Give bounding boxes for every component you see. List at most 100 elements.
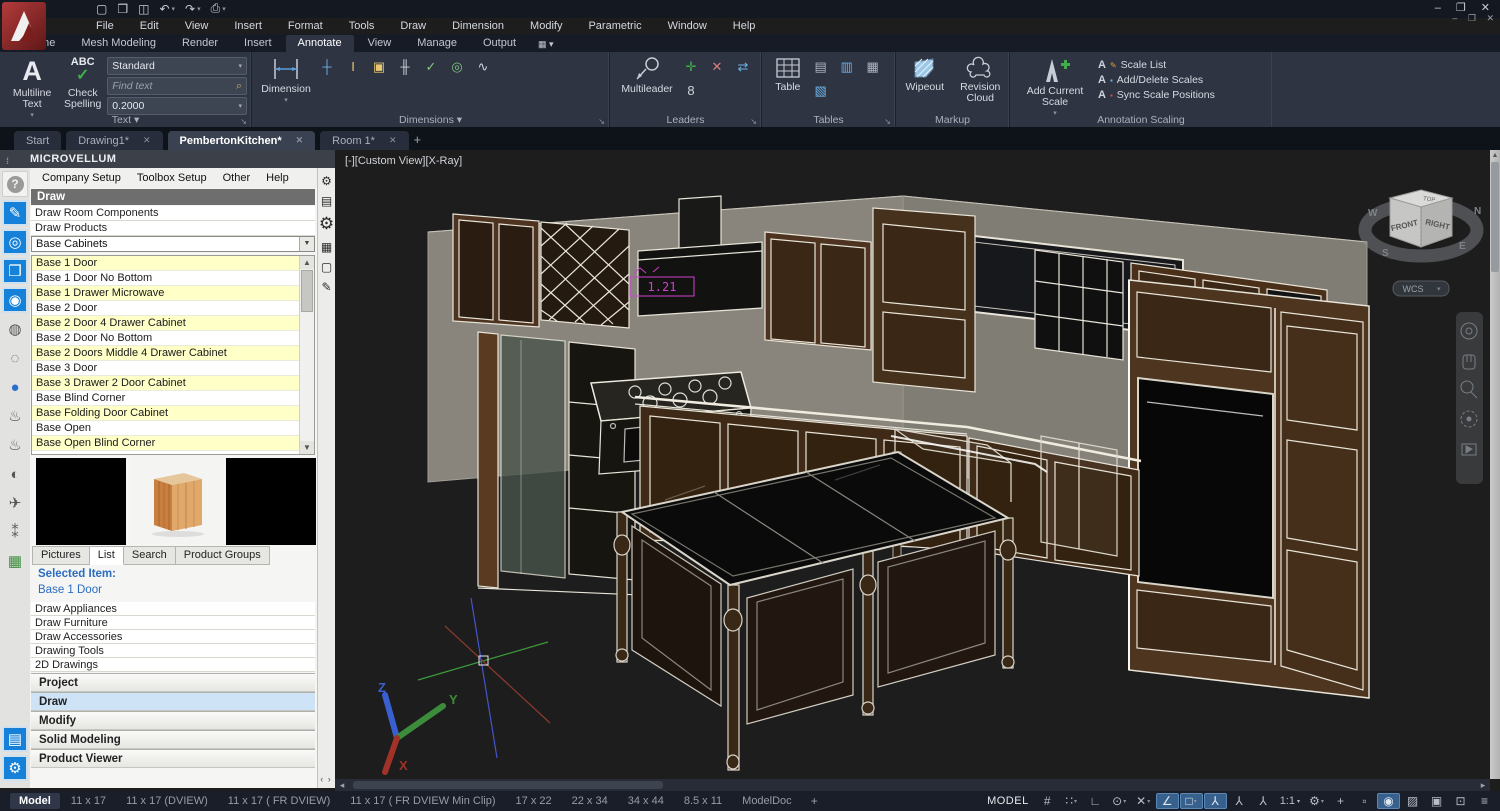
wipeout-button[interactable]: Wipeout bbox=[902, 56, 948, 104]
table-tool-icon[interactable]: ▥ bbox=[838, 59, 856, 75]
preview-tab[interactable]: List bbox=[90, 546, 124, 565]
palette-section-header[interactable]: Solid Modeling bbox=[31, 730, 315, 749]
menu-item[interactable]: Draw bbox=[400, 20, 426, 32]
palette-menu-item[interactable]: Other bbox=[223, 172, 251, 184]
palette-action-row[interactable]: Drawing Tools bbox=[31, 644, 315, 658]
product-list-item[interactable]: Base Folding Door Cabinet bbox=[32, 406, 300, 421]
new-drawing-tab-button[interactable]: + bbox=[414, 132, 422, 147]
status-toggle-icon[interactable]: ⅄▾ bbox=[1252, 793, 1275, 809]
text-style-select[interactable]: Standard▾ bbox=[107, 57, 247, 75]
drawing-tab[interactable]: Start ✕ bbox=[14, 131, 61, 150]
text-height-select[interactable]: 0.2000▾ bbox=[107, 97, 247, 115]
status-toggle-icon[interactable]: ▫▾ bbox=[1353, 793, 1376, 809]
preview-image-blank[interactable] bbox=[226, 458, 316, 545]
close-icon[interactable]: ✕ bbox=[143, 135, 151, 146]
multileader-button[interactable]: Multileader bbox=[616, 56, 678, 99]
product-list-item[interactable]: Base Blind Corner bbox=[32, 391, 300, 406]
menu-item[interactable]: File bbox=[96, 20, 114, 32]
ribbon-tab[interactable]: Render bbox=[170, 35, 230, 52]
palette-tool-icon[interactable]: ◉ bbox=[2, 287, 28, 313]
menu-item[interactable]: Dimension bbox=[452, 20, 504, 32]
navigation-bar[interactable] bbox=[1456, 312, 1483, 484]
status-toggle-icon[interactable]: #▾ bbox=[1036, 793, 1059, 809]
ribbon-tab[interactable]: Output bbox=[471, 35, 528, 52]
palette-section-header[interactable]: Draw bbox=[31, 692, 315, 711]
autocad-logo[interactable] bbox=[2, 2, 46, 50]
preview-tab[interactable]: Product Groups bbox=[176, 546, 270, 565]
palette-tool-icon[interactable]: ♨ bbox=[2, 403, 28, 429]
dim-tool-icon[interactable]: ╫ bbox=[396, 59, 414, 75]
leader-tool-icon[interactable]: 8 bbox=[682, 83, 700, 99]
palette-side-icon[interactable]: ▤ bbox=[318, 194, 335, 208]
menu-item[interactable]: Window bbox=[668, 20, 707, 32]
palette-tool-icon[interactable]: ✎ bbox=[2, 200, 28, 226]
dim-tool-icon[interactable]: ∿ bbox=[474, 59, 492, 75]
layout-tab[interactable]: 8.5 x 11 bbox=[675, 793, 731, 809]
scrollbar-thumb[interactable] bbox=[301, 270, 313, 312]
drawing-tab[interactable]: PembertonKitchen* ✕ bbox=[168, 131, 316, 150]
leaders-panel-launcher[interactable]: ↘ bbox=[750, 117, 757, 126]
status-toggle-icon[interactable]: ≡▾ bbox=[1473, 793, 1496, 809]
status-toggle-icon[interactable]: ▨▾ bbox=[1401, 793, 1424, 809]
palette-tool-icon[interactable]: ♨ bbox=[2, 432, 28, 458]
palette-tool-icon[interactable]: ? bbox=[2, 171, 28, 197]
scroll-right-icon[interactable]: ▸ bbox=[1476, 780, 1490, 791]
ribbon-tab[interactable]: View bbox=[356, 35, 404, 52]
menu-item[interactable]: Insert bbox=[234, 20, 262, 32]
product-list-item[interactable]: Base 2 Doors Middle 4 Drawer Cabinet bbox=[32, 346, 300, 361]
ribbon-tab[interactable]: Mesh Modeling bbox=[69, 35, 168, 52]
leader-tool-icon[interactable]: ⇄ bbox=[734, 59, 752, 75]
menu-item[interactable]: Modify bbox=[530, 20, 562, 32]
quick-access-button[interactable]: ↶▾ bbox=[159, 2, 175, 16]
product-list-item[interactable]: Base 1 Door bbox=[32, 256, 300, 271]
palette-menu-item[interactable]: Toolbox Setup bbox=[137, 172, 207, 184]
scrollbar-thumb[interactable] bbox=[1491, 162, 1499, 272]
palette-side-icon[interactable]: ✎ bbox=[318, 280, 335, 294]
scroll-down-icon[interactable]: ▼ bbox=[300, 441, 314, 454]
dimension-button[interactable]: Dimension ▾ bbox=[258, 56, 314, 104]
layout-tab[interactable]: 11 x 17 ( FR DVIEW Min Clip) bbox=[341, 793, 504, 809]
palette-tool-icon[interactable]: ⚙ bbox=[2, 755, 28, 781]
status-toggle-icon[interactable]: ▣▾ bbox=[1425, 793, 1448, 809]
palette-action-row[interactable]: Draw Accessories bbox=[31, 630, 315, 644]
palette-tool-icon[interactable]: ⁑ bbox=[2, 519, 28, 545]
preview-tab[interactable]: Search bbox=[124, 546, 176, 565]
viewport-vertical-scrollbar[interactable]: ▲ bbox=[1490, 150, 1500, 779]
status-toggle-icon[interactable]: ∟▾ bbox=[1084, 793, 1107, 809]
palette-tool-icon[interactable]: ✈ bbox=[2, 490, 28, 516]
table-tool-icon[interactable]: ▤ bbox=[812, 59, 830, 75]
menu-item[interactable]: Help bbox=[733, 20, 756, 32]
annotation-scale-value[interactable]: 1:1▾ bbox=[1276, 795, 1304, 807]
ribbon-tab[interactable]: Annotate bbox=[286, 35, 354, 52]
palette-side-icon[interactable]: ⚙ bbox=[318, 214, 335, 234]
palette-tool-icon[interactable]: ▦ bbox=[2, 548, 28, 574]
add-current-scale-button[interactable]: Add Current Scale ▾ bbox=[1016, 56, 1094, 117]
check-spelling-button[interactable]: ABC✓ Check Spelling bbox=[62, 56, 103, 119]
palette-tool-icon[interactable]: ▤ bbox=[2, 726, 28, 752]
layout-tab[interactable]: 34 x 44 bbox=[619, 793, 673, 809]
palette-tool-icon[interactable]: ◍ bbox=[2, 316, 28, 342]
ribbon-tab[interactable]: Manage bbox=[405, 35, 469, 52]
dim-tool-icon[interactable]: I bbox=[344, 59, 362, 75]
palette-tool-icon[interactable]: ◐ bbox=[2, 461, 28, 487]
revision-cloud-button[interactable]: Revision Cloud bbox=[956, 56, 1005, 104]
palette-tool-icon[interactable]: ◌ bbox=[2, 345, 28, 371]
table-tool-icon[interactable]: ▧ bbox=[812, 83, 830, 99]
palette-action-row[interactable]: Draw Products bbox=[31, 221, 315, 236]
status-toggle-icon[interactable]: ◉▾ bbox=[1377, 793, 1400, 809]
palette-menu-item[interactable]: Help bbox=[266, 172, 289, 184]
status-toggle-icon[interactable]: ⊡▾ bbox=[1449, 793, 1472, 809]
palette-scroll-arrows[interactable]: ‹ › bbox=[318, 774, 334, 784]
preview-tab[interactable]: Pictures bbox=[32, 546, 90, 565]
menu-item[interactable]: Edit bbox=[140, 20, 159, 32]
multiline-text-button[interactable]: A Multiline Text ▾ bbox=[6, 56, 58, 119]
status-toggle-icon[interactable]: ⅄▾ bbox=[1228, 793, 1251, 809]
palette-section-header[interactable]: Project bbox=[31, 673, 315, 692]
status-toggle-icon[interactable]: ⚙▾ bbox=[1305, 793, 1328, 809]
product-list-item[interactable]: Base 3 Drawer 2 Door Cabinet bbox=[32, 376, 300, 391]
preview-image-blank[interactable] bbox=[36, 458, 126, 545]
annotation-scaling-item[interactable]: A ▪ Add/Delete Scales bbox=[1098, 74, 1215, 86]
model-space-button[interactable]: MODEL bbox=[987, 795, 1029, 807]
preview-image-cabinet[interactable] bbox=[131, 458, 221, 545]
palette-title-bar[interactable]: ⁞ MICROVELLUM bbox=[0, 150, 335, 168]
